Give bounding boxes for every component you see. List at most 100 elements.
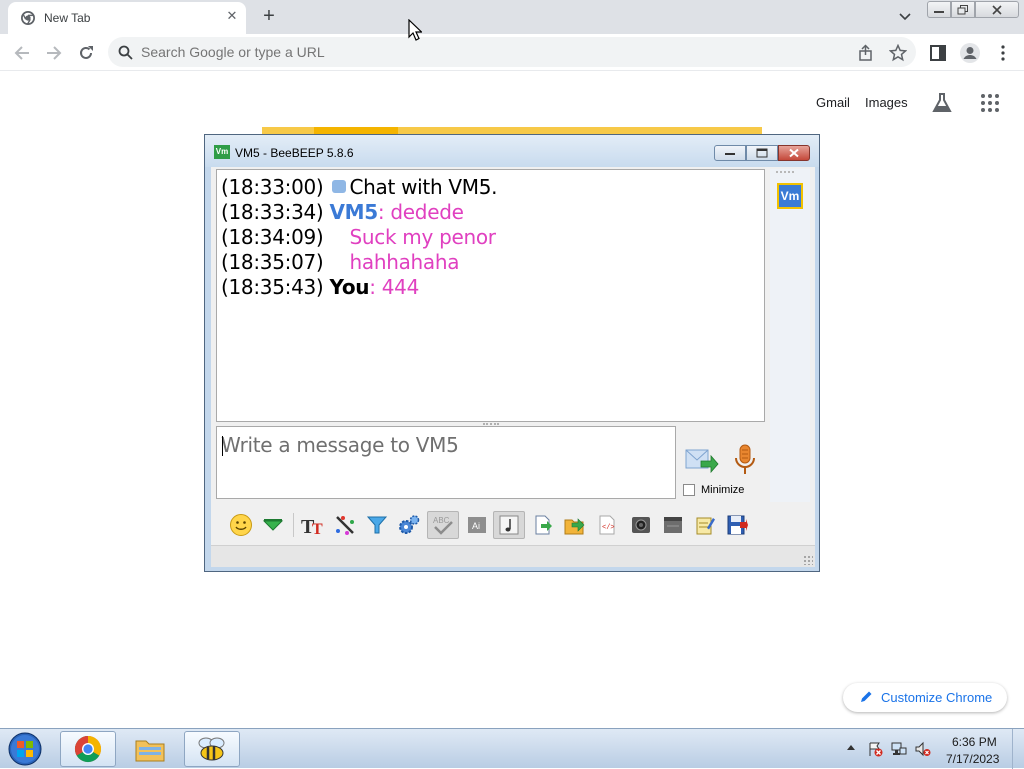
chat-bubble-icon [331,180,346,193]
reload-icon [80,46,93,59]
send-message-icon[interactable] [685,447,719,475]
filter-button[interactable] [363,511,391,539]
beebeep-minimize-button[interactable] [714,145,746,161]
labs-flask-icon[interactable] [931,92,953,114]
action-center-flag-icon[interactable] [867,741,883,757]
volume-muted-icon[interactable] [915,741,931,757]
chat-message: Suck my penor [349,225,497,249]
taskbar-file-explorer[interactable] [122,731,178,767]
tab-close-icon[interactable]: ✕ [224,8,240,24]
reload-button[interactable] [73,40,99,66]
show-hidden-icons-icon[interactable] [846,743,856,751]
beebeep-close-button[interactable] [778,145,810,161]
chat-separator: : [377,200,391,224]
resize-grip[interactable] [803,555,813,565]
share-icon[interactable] [857,44,875,62]
close-icon [992,4,1002,15]
apps-grid-icon[interactable] [980,93,1000,113]
chat-line: (18:33:00) Chat with VM5. [221,175,760,200]
message-toolbar: TT ABC Ai </> [211,505,815,545]
customize-chrome-button[interactable]: Customize Chrome [843,683,1007,712]
splitter-handle[interactable] [483,423,499,425]
close-icon [789,148,799,158]
omnibox-input[interactable] [141,44,781,60]
microphone-icon[interactable] [733,443,757,477]
svg-text:T: T [312,521,323,537]
folder-arrow-icon [564,518,585,535]
mouse-cursor-icon [408,19,422,41]
beebeep-titlebar[interactable]: Vm VM5 - BeeBEEP 5.8.6 [205,135,819,167]
new-tab-button[interactable]: + [258,6,280,28]
more-vert-icon[interactable] [994,44,1012,62]
emoticons-button[interactable] [227,511,255,539]
html-button[interactable]: </> [593,511,621,539]
forward-arrow-icon [47,46,62,60]
show-desktop-button[interactable] [1012,729,1024,769]
svg-text:Ai: Ai [472,521,480,531]
edit-notes-button[interactable] [691,511,719,539]
message-input-box[interactable] [216,426,676,499]
save-button[interactable] [723,511,751,539]
message-input[interactable] [217,427,675,498]
chrome-logo-icon [74,735,102,763]
windows-taskbar: 6:36 PM 7/17/2023 [0,728,1024,769]
clock-time[interactable]: 6:36 PM [952,735,997,749]
settings-button[interactable] [395,511,423,539]
document-arrow-icon [535,515,552,535]
smiley-icon [230,514,252,536]
tab-search-chevron-icon[interactable] [895,8,915,26]
screenshot-button[interactable] [627,511,655,539]
filter-funnel-icon [366,516,388,534]
forward-button[interactable] [41,40,67,66]
send-file-button[interactable] [561,511,589,539]
chat-history[interactable]: (18:33:00) Chat with VM5. (18:33:34) VM5… [216,169,765,422]
text-complete-button[interactable]: Ai [463,511,491,539]
user-avatar-badge[interactable]: Vm [777,183,803,209]
window-minimize-button[interactable] [927,1,951,18]
chat-nickname[interactable]: You [330,275,370,299]
color-button[interactable] [331,511,359,539]
tab-title: New Tab [44,11,91,25]
back-arrow-icon [14,46,29,60]
font-tt-icon: TT [301,516,323,537]
profile-avatar-icon[interactable] [959,42,981,64]
font-button[interactable]: TT [299,511,327,539]
gmail-link[interactable]: Gmail [816,95,850,110]
beebeep-app-icon: Vm [214,145,230,159]
panel-grip[interactable] [776,171,794,173]
nudge-button[interactable] [259,511,287,539]
spellcheck-button[interactable]: ABC [427,511,459,539]
tab-new-tab[interactable]: New Tab ✕ [8,2,246,34]
browser-toolbar [0,34,1024,71]
windows-start-orb-icon[interactable] [5,731,45,767]
code-page-icon: </> [599,515,615,535]
camera-icon [632,517,650,533]
chat-nickname[interactable]: VM5 [330,200,379,224]
clear-chat-button[interactable] [659,511,687,539]
svg-text:ABC: ABC [433,516,450,525]
address-bar[interactable] [108,37,916,67]
images-link[interactable]: Images [865,95,908,110]
taskbar-beebeep[interactable] [184,731,240,767]
beebeep-maximize-button[interactable] [746,145,778,161]
sound-button[interactable] [493,511,525,539]
save-chat-button[interactable] [529,511,557,539]
taskbar-chrome[interactable] [60,731,116,767]
chrome-icon [21,11,35,25]
window-restore-button[interactable] [951,1,975,18]
window-close-button[interactable] [975,1,1019,18]
network-icon[interactable] [891,741,907,757]
floppy-disk-icon [727,515,748,535]
minimize-checkbox[interactable] [683,484,695,496]
clock-date[interactable]: 7/17/2023 [946,752,999,766]
chat-line: (18:35:07) hahhahaha [221,250,760,275]
back-button[interactable] [9,40,35,66]
chat-timestamp: (18:33:00) [221,175,324,199]
chat-timestamp: (18:34:09) [221,225,324,249]
side-panel-icon[interactable] [929,44,947,62]
music-note-icon [499,515,519,535]
text-caret [222,436,223,456]
minimize-icon [725,153,735,155]
notepad-pencil-icon [696,517,715,535]
bookmark-star-icon[interactable] [889,44,907,62]
